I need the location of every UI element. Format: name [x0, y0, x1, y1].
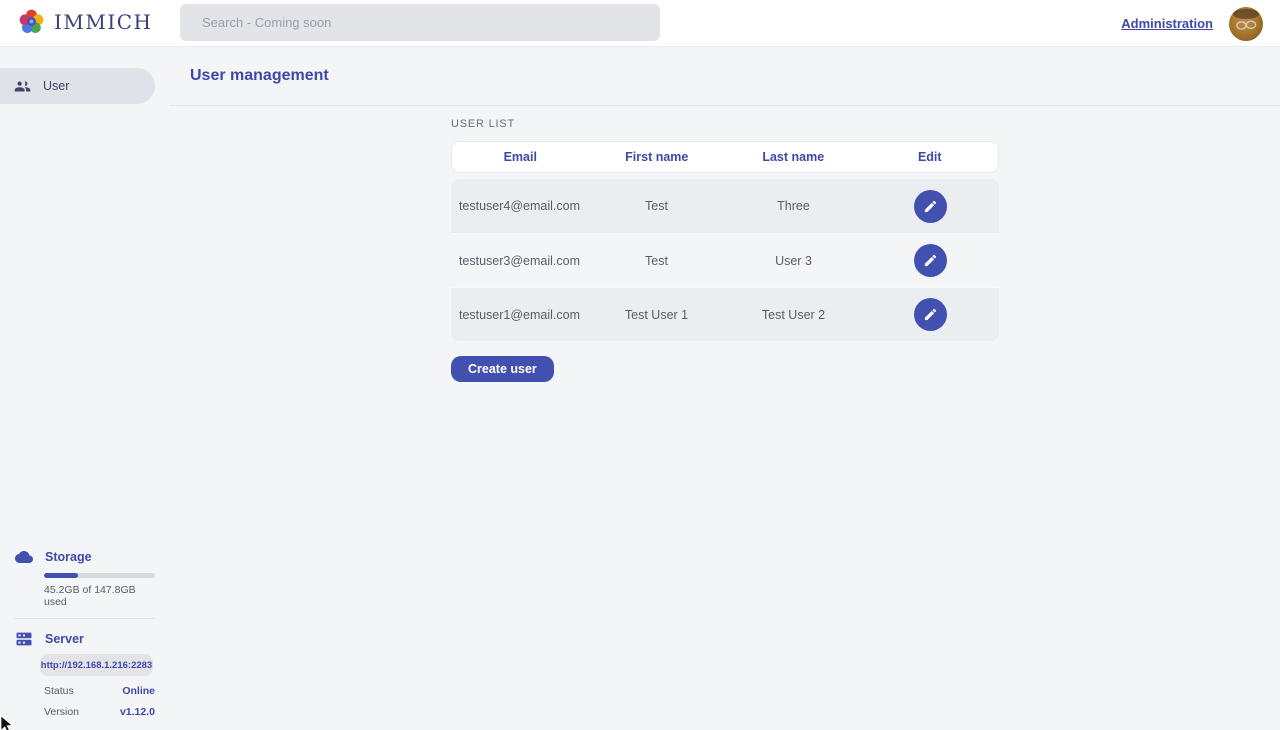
- cell-last-name: User 3: [725, 254, 862, 268]
- storage-usage-text: 45.2GB of 147.8GB used: [44, 584, 155, 608]
- page-title: User management: [190, 67, 329, 85]
- table-row: testuser1@email.comTest User 1Test User …: [451, 287, 999, 341]
- cell-first-name: Test User 1: [588, 308, 725, 322]
- pencil-icon: [923, 307, 938, 322]
- cell-edit: [862, 298, 999, 331]
- storage-title: Storage: [45, 550, 92, 564]
- users-icon: [14, 78, 31, 95]
- storage-progress-bar: [44, 573, 155, 578]
- cell-edit: [862, 244, 999, 277]
- main-content: User management USER LIST EmailFirst nam…: [170, 47, 1280, 730]
- topbar-right: Administration: [1121, 0, 1263, 47]
- search-input[interactable]: [180, 4, 660, 41]
- sidebar-status-panel: Storage 45.2GB of 147.8GB used: [0, 548, 170, 718]
- administration-link[interactable]: Administration: [1121, 16, 1213, 31]
- sidebar: User Storage 45.2GB of 147.8GB used: [0, 47, 170, 730]
- cell-last-name: Three: [725, 199, 862, 213]
- immich-logo[interactable]: IMMICH: [18, 8, 153, 35]
- version-value: v1.12.0: [120, 706, 155, 718]
- create-user-button[interactable]: Create user: [451, 356, 554, 382]
- version-label: Version: [44, 706, 79, 718]
- edit-user-button[interactable]: [914, 190, 947, 223]
- column-header-first-name: First name: [589, 150, 726, 164]
- server-status-row: Status Online: [44, 685, 155, 697]
- column-header-last-name: Last name: [725, 150, 862, 164]
- column-header-edit: Edit: [862, 150, 999, 164]
- cell-first-name: Test: [588, 199, 725, 213]
- pencil-icon: [923, 199, 938, 214]
- server-url-badge: http://192.168.1.216:2283: [40, 654, 153, 676]
- page-title-bar: User management: [170, 47, 1280, 106]
- server-version-row: Version v1.12.0: [44, 706, 155, 718]
- search-bar[interactable]: [180, 4, 660, 41]
- table-header-row: EmailFirst nameLast nameEdit: [451, 141, 999, 173]
- status-value: Online: [122, 685, 155, 697]
- logo-wordmark: IMMICH: [54, 10, 153, 34]
- top-bar: IMMICH Administration: [0, 0, 1280, 47]
- user-avatar[interactable]: [1229, 7, 1263, 41]
- storage-progress-fill: [44, 573, 78, 578]
- server-title: Server: [45, 632, 84, 646]
- table-row: testuser4@email.comTestThree: [451, 179, 999, 233]
- cloud-icon: [15, 548, 33, 566]
- user-table: testuser4@email.comTestThreetestuser3@em…: [451, 179, 999, 341]
- cell-email: testuser1@email.com: [451, 308, 588, 322]
- cell-email: testuser3@email.com: [451, 254, 588, 268]
- table-row: testuser3@email.comTestUser 3: [451, 233, 999, 287]
- cell-email: testuser4@email.com: [451, 199, 588, 213]
- user-list-label: USER LIST: [451, 118, 999, 130]
- immich-flower-icon: [18, 8, 45, 35]
- column-header-email: Email: [452, 150, 589, 164]
- sidebar-item-label: User: [43, 79, 69, 93]
- server-icon: [15, 630, 33, 648]
- sidebar-divider: [15, 618, 155, 619]
- status-label: Status: [44, 685, 74, 697]
- sidebar-item-user[interactable]: User: [0, 68, 155, 104]
- pencil-icon: [923, 253, 938, 268]
- cell-last-name: Test User 2: [725, 308, 862, 322]
- edit-user-button[interactable]: [914, 298, 947, 331]
- cell-edit: [862, 190, 999, 223]
- edit-user-button[interactable]: [914, 244, 947, 277]
- avatar-photo: [1229, 7, 1263, 41]
- cell-first-name: Test: [588, 254, 725, 268]
